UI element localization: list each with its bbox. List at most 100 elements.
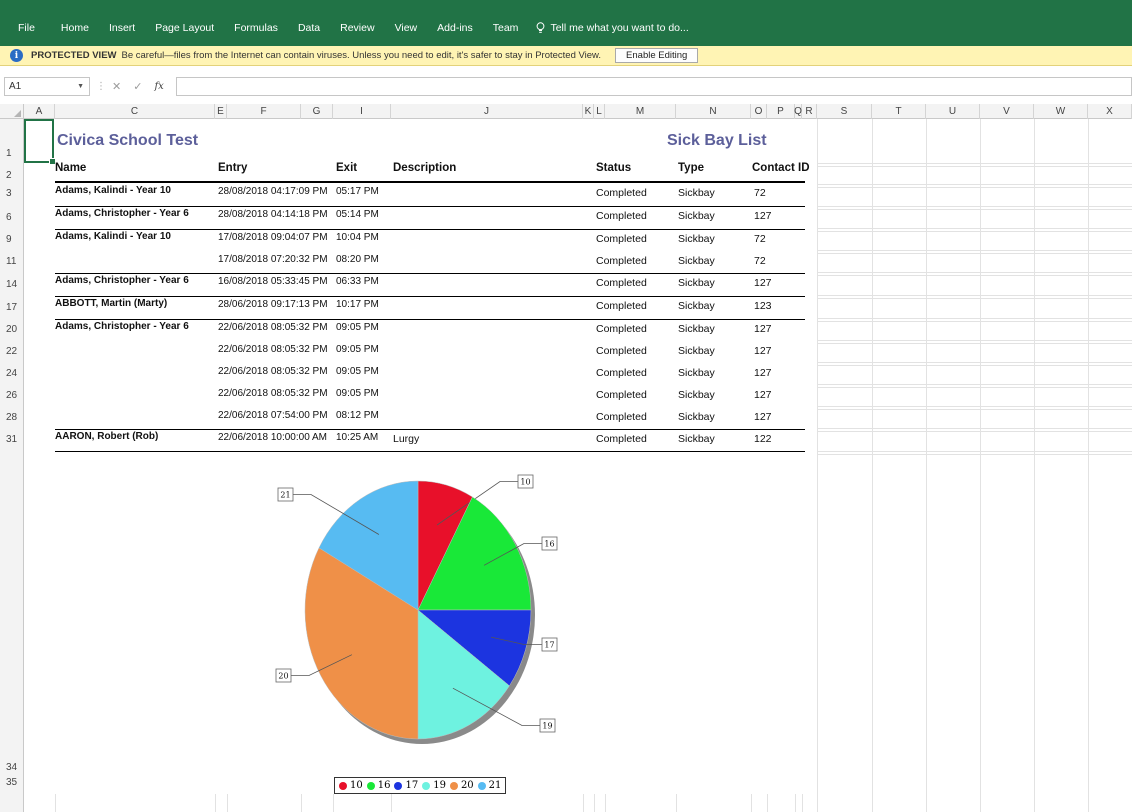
cell-name: ABBOTT, Martin (Marty) xyxy=(55,298,168,309)
cell-name: Adams, Christopher - Year 6 xyxy=(55,275,189,286)
column-header-a[interactable]: A xyxy=(24,104,55,119)
cell-entry: 16/08/2018 05:33:45 PM xyxy=(218,276,328,287)
tab-insert[interactable]: Insert xyxy=(99,22,145,34)
table-row: 22/06/2018 08:05:32 PM 09:05 PM Completed S… xyxy=(55,384,805,406)
legend-swatch xyxy=(394,781,403,790)
row-gridline xyxy=(817,275,1132,276)
legend-swatch xyxy=(339,781,347,790)
row-header-31[interactable]: 31 xyxy=(0,434,24,445)
row-header-26[interactable]: 26 xyxy=(0,390,24,401)
select-all-corner[interactable] xyxy=(0,104,24,119)
column-header-l[interactable]: L xyxy=(594,104,605,119)
cell-contact: 123 xyxy=(754,300,772,312)
column-header-n[interactable]: N xyxy=(676,104,751,119)
row-header-35[interactable]: 35 xyxy=(0,777,24,788)
close-icon[interactable]: ✕ xyxy=(112,80,121,93)
cell-entry: 22/06/2018 10:00:00 AM xyxy=(218,432,327,443)
tab-home[interactable]: Home xyxy=(51,22,99,34)
row-header-2[interactable]: 2 xyxy=(0,170,24,181)
row-header-28[interactable]: 28 xyxy=(0,412,24,423)
row-header-6[interactable]: 6 xyxy=(0,212,24,223)
tab-review[interactable]: Review xyxy=(330,22,384,34)
column-header-i[interactable]: I xyxy=(333,104,391,119)
column-header-x[interactable]: X xyxy=(1088,104,1132,119)
slice-label-10: 10 xyxy=(520,478,530,487)
column-header-j[interactable]: J xyxy=(391,104,583,119)
table-row: ABBOTT, Martin (Marty) 28/06/2018 09:17:1… xyxy=(55,295,805,317)
info-icon: i xyxy=(10,49,23,62)
legend-item-16: 16 xyxy=(366,780,390,791)
cell-status: Completed xyxy=(596,255,647,267)
row-header-9[interactable]: 9 xyxy=(0,234,24,245)
chevron-down-icon[interactable]: ▼ xyxy=(77,83,84,90)
row-gridline xyxy=(817,298,1132,299)
column-header-f[interactable]: F xyxy=(227,104,301,119)
table-row: 22/06/2018 08:05:32 PM 09:05 PM Completed S… xyxy=(55,340,805,362)
column-header-k[interactable]: K xyxy=(583,104,594,119)
column-headers: ACEFGIJKLMNOPQRSTUVWX xyxy=(0,104,1132,119)
column-header-o[interactable]: O xyxy=(751,104,767,119)
row-gridline xyxy=(817,365,1132,366)
row-gridline xyxy=(817,451,1132,452)
list-title: Sick Bay List xyxy=(667,132,767,149)
row-header-11[interactable]: 11 xyxy=(0,256,24,267)
cell-entry: 22/06/2018 08:05:32 PM xyxy=(218,388,328,399)
row-gridline xyxy=(817,184,1132,185)
column-header-u[interactable]: U xyxy=(926,104,980,119)
row-header-20[interactable]: 20 xyxy=(0,324,24,335)
cell-exit: 10:25 AM xyxy=(336,432,379,443)
header-contact-id: Contact ID xyxy=(752,162,810,174)
row-header-24[interactable]: 24 xyxy=(0,368,24,379)
row-header-1[interactable]: 1 xyxy=(0,148,24,159)
column-header-e[interactable]: E xyxy=(215,104,227,119)
row-header-17[interactable]: 17 xyxy=(0,302,24,313)
tab-team[interactable]: Team xyxy=(483,22,529,34)
legend-item-21: 21 xyxy=(477,780,501,791)
column-header-v[interactable]: V xyxy=(980,104,1034,119)
tell-me-search[interactable]: Tell me what you want to do... xyxy=(536,22,689,34)
row-header-3[interactable]: 3 xyxy=(0,188,24,199)
cell-type: Sickbay xyxy=(678,255,715,267)
enable-editing-button[interactable]: Enable Editing xyxy=(615,48,699,63)
column-header-m[interactable]: M xyxy=(605,104,676,119)
cell-name: AARON, Robert (Rob) xyxy=(55,431,159,442)
cell-entry: 22/06/2018 08:05:32 PM xyxy=(218,366,328,377)
row-gridline xyxy=(817,431,1132,432)
tab-add-ins[interactable]: Add-ins xyxy=(427,22,483,34)
column-header-r[interactable]: R xyxy=(802,104,817,119)
formula-input[interactable] xyxy=(175,76,1132,96)
row-header-14[interactable]: 14 xyxy=(0,279,24,290)
tab-data[interactable]: Data xyxy=(288,22,330,34)
column-gridline xyxy=(1034,119,1035,812)
tab-formulas[interactable]: Formulas xyxy=(224,22,288,34)
cell-type: Sickbay xyxy=(678,210,715,222)
row-header-34[interactable]: 34 xyxy=(0,762,24,773)
row-gridline xyxy=(817,409,1132,410)
insert-function-icon[interactable]: fx xyxy=(154,81,163,92)
legend-swatch xyxy=(449,781,458,790)
check-icon[interactable]: ✓ xyxy=(133,80,142,93)
tab-view[interactable]: View xyxy=(385,22,428,34)
tab-page-layout[interactable]: Page Layout xyxy=(145,22,224,34)
table-end-rule xyxy=(55,451,805,452)
column-header-w[interactable]: W xyxy=(1034,104,1088,119)
tab-file[interactable]: File xyxy=(0,22,51,34)
row-gridline xyxy=(817,231,1132,232)
row-gridline xyxy=(817,428,1132,429)
row-gridline xyxy=(817,187,1132,188)
name-box[interactable]: A1 ▼ xyxy=(4,76,90,96)
row-header-22[interactable]: 22 xyxy=(0,346,24,357)
column-header-s[interactable]: S xyxy=(817,104,872,119)
column-header-q[interactable]: Q xyxy=(794,104,802,119)
selected-cell-a1[interactable] xyxy=(24,119,56,165)
column-header-p[interactable]: P xyxy=(767,104,795,119)
column-header-t[interactable]: T xyxy=(872,104,926,119)
row-gridline xyxy=(817,343,1132,344)
column-header-g[interactable]: G xyxy=(301,104,333,119)
legend-swatch xyxy=(366,781,375,790)
lightbulb-icon xyxy=(537,22,545,33)
legend-item-10: 10 xyxy=(339,780,363,791)
column-header-c[interactable]: C xyxy=(55,104,215,119)
row-gridline xyxy=(817,206,1132,207)
table-row: Adams, Christopher - Year 6 28/08/2018 04… xyxy=(55,205,805,227)
